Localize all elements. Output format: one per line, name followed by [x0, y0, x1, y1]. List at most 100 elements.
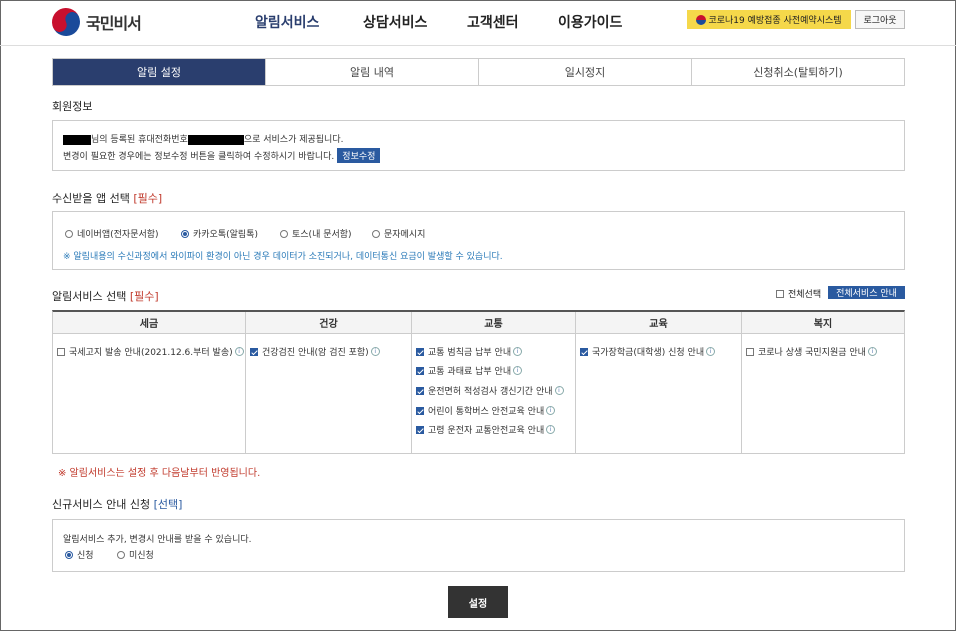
taegeuk-small-icon: [696, 14, 707, 25]
new-service-title: 신규서비스 안내 신청 [선택]: [52, 496, 182, 512]
column-header: 복지: [742, 312, 904, 334]
service-label: 운전면허 적성검사 갱신기간 안내: [428, 387, 553, 397]
covid-vaccine-button[interactable]: 코로나19 예방접종 사전예약시스템: [687, 10, 851, 29]
edit-info-button[interactable]: 정보수정: [337, 148, 381, 163]
logout-button[interactable]: 로그아웃: [855, 10, 905, 29]
service-column-welfare: 복지 코로나 상생 국민지원금 안내 i: [741, 312, 904, 453]
service-checkbox[interactable]: [746, 347, 754, 356]
app-option-label: 문자메시지: [384, 230, 426, 240]
app-option-sms[interactable]: 문자메시지: [372, 227, 425, 240]
service-checkbox[interactable]: [580, 347, 588, 356]
column-header: 교육: [576, 312, 741, 334]
service-label: 교통 과태료 납부 안내: [428, 367, 512, 377]
service-column-health: 건강 건강검진 안내(암 검진 포함) i: [245, 312, 411, 453]
service-column-tax: 세금 국세고지 발송 안내(2021.12.6.부터 발송) i: [53, 312, 245, 453]
service-label: 건강검진 안내(암 검진 포함): [262, 348, 369, 358]
radio-naver[interactable]: [65, 229, 73, 238]
tab-cancel[interactable]: 신청취소(탈퇴하기): [691, 59, 904, 85]
service-item[interactable]: 교통 범칙금 납부 안내 i: [416, 345, 523, 358]
info-icon[interactable]: i: [546, 425, 556, 434]
tab-alarm-history[interactable]: 알림 내역: [265, 59, 478, 85]
logo[interactable]: 국민비서: [47, 3, 142, 41]
new-service-apply[interactable]: 신청: [65, 548, 94, 561]
service-item[interactable]: 고령 운전자 교통안전교육 안내 i: [416, 423, 556, 436]
radio-apply[interactable]: [65, 550, 73, 559]
service-checkbox[interactable]: [416, 425, 424, 434]
new-service-box: 알림서비스 추가, 변경시 안내를 받을 수 있습니다. 신청 미신청: [52, 519, 905, 572]
optional-badge: [선택]: [153, 498, 183, 511]
radio-toss[interactable]: [280, 229, 288, 238]
select-all-toggle[interactable]: 전체선택: [776, 287, 821, 300]
site-header: 국민비서 알림서비스 상담서비스 고객센터 이용가이드 코로나19 예방접종 사…: [0, 0, 956, 46]
radio-decline[interactable]: [117, 550, 125, 559]
service-item[interactable]: 코로나 상생 국민지원금 안내 i: [746, 345, 877, 358]
tab-alarm-settings[interactable]: 알림 설정: [53, 59, 265, 85]
service-table: 세금 국세고지 발송 안내(2021.12.6.부터 발송) i 건강 건강검진 …: [52, 310, 905, 454]
member-info-box: 님의 등록된 휴대전화번호 으로 서비스가 제공됩니다. 변경이 필요한 경우에는…: [52, 120, 905, 171]
service-checkbox[interactable]: [57, 347, 65, 356]
tab-pause[interactable]: 일시정지: [478, 59, 691, 85]
info-icon[interactable]: i: [513, 366, 523, 375]
app-option-toss[interactable]: 토스(내 문서함): [280, 227, 352, 240]
service-item[interactable]: 건강검진 안내(암 검진 포함) i: [250, 345, 380, 358]
data-usage-note: ※ 알림내용의 수신과정에서 와이파이 환경이 아닌 경우 데이터가 소진되거나…: [63, 252, 503, 262]
select-all-label: 전체선택: [788, 290, 822, 300]
nav-customer-center[interactable]: 고객센터: [467, 12, 519, 32]
all-service-guide-button[interactable]: 전체서비스 안내: [828, 286, 905, 299]
service-label: 국세고지 발송 안내(2021.12.6.부터 발송): [69, 348, 233, 358]
app-option-label: 카카오톡(알림톡): [193, 230, 258, 240]
app-option-naver[interactable]: 네이버앱(전자문서함): [65, 227, 159, 240]
nav-usage-guide[interactable]: 이용가이드: [558, 12, 622, 32]
logo-text: 국민비서: [86, 14, 142, 33]
new-service-option-label: 미신청: [129, 551, 154, 561]
info-icon[interactable]: i: [513, 347, 523, 356]
service-checkbox[interactable]: [416, 347, 424, 356]
service-label: 고령 운전자 교통안전교육 안내: [428, 426, 545, 436]
member-line-end: 으로 서비스가 제공됩니다.: [243, 135, 344, 145]
info-icon[interactable]: i: [867, 347, 877, 356]
service-label: 국가장학금(대학생) 신청 안내: [592, 348, 705, 358]
info-icon[interactable]: i: [706, 347, 716, 356]
nav-consult-service[interactable]: 상담서비스: [363, 12, 427, 32]
redacted-phone: [187, 134, 244, 145]
info-icon[interactable]: i: [234, 347, 244, 356]
new-service-desc: 알림서비스 추가, 변경시 안내를 받을 수 있습니다.: [63, 535, 252, 545]
apply-next-day-note: ※ 알림서비스는 설정 후 다음날부터 반영됩니다.: [58, 468, 261, 479]
info-icon[interactable]: i: [546, 406, 556, 415]
column-header: 세금: [53, 312, 245, 334]
covid-button-label: 코로나19 예방접종 사전예약시스템: [708, 16, 842, 26]
service-select-title: 알림서비스 선택 [필수]: [52, 288, 159, 304]
app-select-title: 수신받을 앱 선택 [필수]: [52, 190, 162, 206]
submit-settings-button[interactable]: 설정: [448, 586, 508, 618]
info-icon[interactable]: i: [370, 347, 380, 356]
new-service-decline[interactable]: 미신청: [117, 548, 154, 561]
member-info-title: 회원정보: [52, 100, 93, 113]
service-item[interactable]: 교통 과태료 납부 안내 i: [416, 364, 523, 377]
service-label: 교통 범칙금 납부 안내: [428, 348, 512, 358]
service-checkbox[interactable]: [416, 386, 424, 395]
app-option-label: 네이버앱(전자문서함): [77, 230, 159, 240]
member-line-mid: 님의 등록된 휴대전화번호: [91, 135, 188, 145]
service-column-traffic: 교통 교통 범칙금 납부 안내 i 교통 과태료 납부 안내 i 운전면허 적성검사…: [411, 312, 575, 453]
service-item[interactable]: 국세고지 발송 안내(2021.12.6.부터 발송) i: [57, 345, 244, 358]
new-service-title-text: 신규서비스 안내 신청: [52, 498, 151, 511]
info-icon[interactable]: i: [554, 386, 564, 395]
app-option-label: 토스(내 문서함): [292, 230, 352, 240]
required-badge: [필수]: [129, 290, 159, 303]
service-item[interactable]: 국가장학금(대학생) 신청 안내 i: [580, 345, 716, 358]
new-service-option-label: 신청: [77, 551, 94, 561]
tab-bar: 알림 설정 알림 내역 일시정지 신청취소(탈퇴하기): [52, 58, 905, 86]
app-option-kakao[interactable]: 카카오톡(알림톡): [181, 227, 258, 240]
radio-kakao[interactable]: [181, 229, 189, 238]
service-checkbox[interactable]: [416, 366, 424, 375]
service-item[interactable]: 어린이 통학버스 안전교육 안내 i: [416, 404, 556, 417]
select-all-checkbox[interactable]: [776, 289, 784, 298]
service-select-title-text: 알림서비스 선택: [52, 290, 127, 303]
service-item[interactable]: 운전면허 적성검사 갱신기간 안내 i: [416, 384, 564, 397]
service-checkbox[interactable]: [416, 406, 424, 415]
nav-alarm-service[interactable]: 알림서비스: [255, 12, 319, 32]
app-select-title-text: 수신받을 앱 선택: [52, 192, 130, 205]
service-checkbox[interactable]: [250, 347, 258, 356]
column-header: 교통: [412, 312, 575, 334]
radio-sms[interactable]: [372, 229, 380, 238]
